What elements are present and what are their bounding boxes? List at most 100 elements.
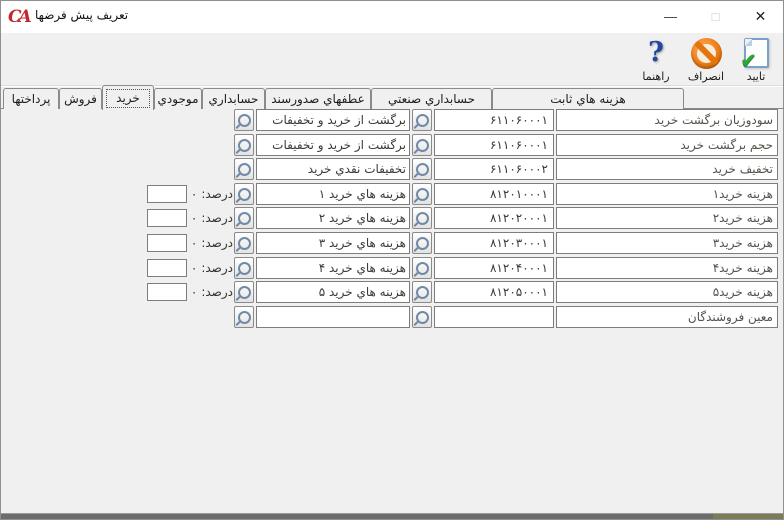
desc-lookup-button[interactable] [234, 281, 254, 303]
tab-accounting[interactable]: حسابداري [202, 88, 265, 109]
percent-value: ۰ [191, 261, 197, 275]
percent-input[interactable] [147, 283, 187, 301]
confirm-button[interactable]: تاييد [733, 36, 779, 84]
defaults-dialog-window: CA تعريف پيش فرضها — □ ✕ تاييد انصراف ? … [0, 0, 784, 520]
tab-inventory[interactable]: موجودي [154, 88, 202, 109]
close-button[interactable]: ✕ [738, 1, 783, 32]
magnifier-icon [238, 163, 251, 176]
desc-lookup-button[interactable] [234, 306, 254, 328]
tab-payments[interactable]: پرداختها [3, 88, 59, 109]
magnifier-icon [238, 262, 251, 275]
account-desc-input[interactable] [256, 207, 410, 229]
window-bottom-shadow [1, 514, 783, 520]
account-code-input[interactable] [434, 281, 554, 303]
minimize-button[interactable]: — [648, 1, 693, 32]
code-lookup-button[interactable] [412, 257, 432, 279]
tab-fixed-costs[interactable]: هزينه هاي ثابت [492, 88, 684, 109]
app-logo-icon: CA [8, 6, 30, 28]
desc-lookup-button[interactable] [234, 183, 254, 205]
window-title: تعريف پيش فرضها [35, 8, 128, 22]
desc-lookup-button[interactable] [234, 207, 254, 229]
code-lookup-button[interactable] [412, 232, 432, 254]
tab-document-references[interactable]: عطفهاي صدورسند [265, 88, 371, 109]
maximize-icon: □ [712, 9, 720, 24]
percent-value: ۰ [191, 236, 197, 250]
code-lookup-button[interactable] [412, 306, 432, 328]
magnifier-icon [416, 286, 429, 299]
code-lookup-button[interactable] [412, 134, 432, 156]
account-desc-input[interactable] [256, 232, 410, 254]
code-lookup-button[interactable] [412, 207, 432, 229]
percent-value: ۰ [191, 187, 197, 201]
percent-input[interactable] [147, 259, 187, 277]
question-mark-icon: ? [648, 39, 664, 67]
account-desc-input[interactable] [256, 183, 410, 205]
tab-sales[interactable]: فروش [59, 88, 102, 109]
account-code-input[interactable] [434, 183, 554, 205]
account-code-input[interactable] [434, 158, 554, 180]
desc-lookup-button[interactable] [234, 109, 254, 131]
code-lookup-button[interactable] [412, 158, 432, 180]
cancel-button[interactable]: انصراف [683, 36, 729, 84]
tab-strip: پرداختها فروش خريد موجودي حسابداري عطفها… [3, 85, 684, 109]
account-code-input[interactable] [434, 232, 554, 254]
account-desc-input[interactable] [256, 134, 410, 156]
maximize-button[interactable]: □ [693, 1, 738, 32]
account-code-input[interactable] [434, 207, 554, 229]
desc-lookup-button[interactable] [234, 134, 254, 156]
account-desc-input[interactable] [256, 109, 410, 131]
help-button-label: راهنما [642, 70, 669, 83]
row-purchase-cost-4: هزينه خريد۴ درصد: ۰ [1, 257, 784, 279]
percent-label: درصد: [201, 285, 233, 299]
title-bar: CA تعريف پيش فرضها — □ ✕ [1, 1, 783, 33]
row-purchase-discount: تخفيف خريد [1, 158, 784, 180]
percent-value: ۰ [191, 211, 197, 225]
tab-purchase[interactable]: خريد [102, 85, 154, 110]
percent-input[interactable] [147, 209, 187, 227]
percent-input[interactable] [147, 185, 187, 203]
code-lookup-button[interactable] [412, 183, 432, 205]
cancel-button-label: انصراف [688, 70, 724, 83]
percent-label: درصد: [201, 211, 233, 225]
row-label: هزينه خريد۲ [556, 207, 778, 229]
row-label: هزينه خريد۳ [556, 232, 778, 254]
account-desc-input[interactable] [256, 306, 410, 328]
account-code-input[interactable] [434, 257, 554, 279]
tab-industrial-accounting[interactable]: حسابداري صنعتي [371, 88, 492, 109]
account-desc-input[interactable] [256, 281, 410, 303]
percent-input[interactable] [147, 234, 187, 252]
magnifier-icon [416, 237, 429, 250]
magnifier-icon [416, 311, 429, 324]
magnifier-icon [238, 311, 251, 324]
percent-label: درصد: [201, 236, 233, 250]
account-desc-input[interactable] [256, 257, 410, 279]
desc-lookup-button[interactable] [234, 232, 254, 254]
percent-group: درصد: ۰ [139, 183, 233, 205]
magnifier-icon [416, 114, 429, 127]
desc-lookup-button[interactable] [234, 158, 254, 180]
row-vendors-subsidiary: معين فروشندگان [1, 306, 784, 328]
minimize-icon: — [664, 9, 677, 24]
window-controls: — □ ✕ [648, 1, 783, 32]
account-code-input[interactable] [434, 109, 554, 131]
percent-label: درصد: [201, 261, 233, 275]
code-lookup-button[interactable] [412, 281, 432, 303]
account-code-input[interactable] [434, 306, 554, 328]
desc-lookup-button[interactable] [234, 257, 254, 279]
percent-value: ۰ [191, 285, 197, 299]
row-label: سودوزيان برگشت خريد [556, 109, 778, 131]
row-purchase-cost-2: هزينه خريد۲ درصد: ۰ [1, 207, 784, 229]
row-purchase-cost-1: هزينه خريد۱ درصد: ۰ [1, 183, 784, 205]
help-button[interactable]: ? راهنما [633, 36, 679, 84]
magnifier-icon [416, 188, 429, 201]
magnifier-icon [238, 139, 251, 152]
row-label: هزينه خريد۴ [556, 257, 778, 279]
code-lookup-button[interactable] [412, 109, 432, 131]
magnifier-icon [238, 286, 251, 299]
percent-group: درصد: ۰ [139, 257, 233, 279]
magnifier-icon [238, 237, 251, 250]
account-code-input[interactable] [434, 134, 554, 156]
magnifier-icon [416, 262, 429, 275]
magnifier-icon [238, 114, 251, 127]
account-desc-input[interactable] [256, 158, 410, 180]
